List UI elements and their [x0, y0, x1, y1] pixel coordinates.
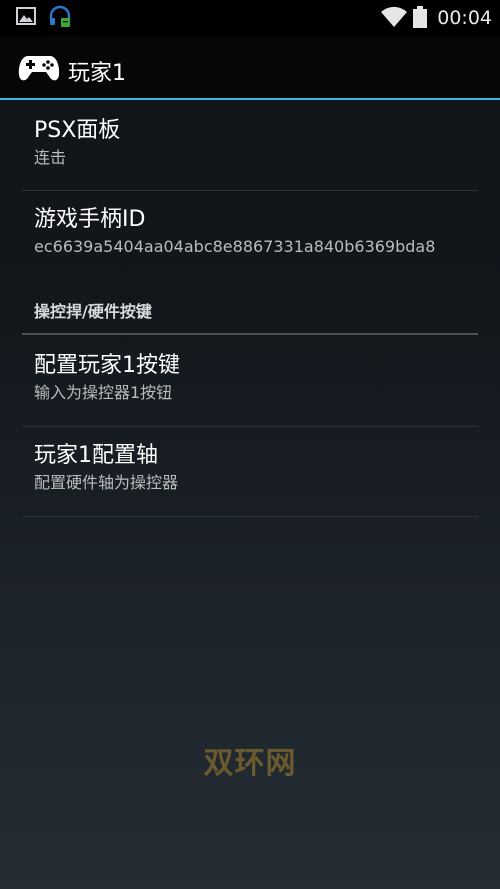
pref-title: 游戏手柄ID	[34, 207, 146, 232]
pref-gamepad-id[interactable]: 游戏手柄ID ec6639a5404aa04abc8e8867331a840b6…	[22, 191, 478, 291]
battery-icon	[413, 6, 427, 32]
pref-summary: 配置硬件轴为操控器	[34, 473, 179, 492]
pref-configure-axes[interactable]: 玩家1配置轴 配置硬件轴为操控器	[22, 427, 478, 517]
category-header: 操控捍/硬件按键	[22, 291, 478, 335]
pref-title: 玩家1配置轴	[34, 443, 158, 468]
status-bar: 00:04	[0, 0, 500, 36]
image-notification-icon	[16, 7, 36, 29]
preference-list: PSX面板 连击 游戏手柄ID ec6639a5404aa04abc8e8867…	[0, 102, 500, 517]
pref-psx-panel[interactable]: PSX面板 连击	[22, 102, 478, 191]
gamepad-icon[interactable]	[18, 53, 60, 87]
page-title: 玩家1	[68, 61, 126, 86]
action-bar: 玩家1	[0, 36, 500, 100]
pref-summary: 连击	[34, 148, 67, 167]
pref-summary: ec6639a5404aa04abc8e8867331a840b6369bda8	[34, 237, 436, 256]
headset-notification-icon	[48, 5, 72, 33]
pref-title: PSX面板	[34, 118, 121, 143]
pref-summary: 输入为操控器1按钮	[34, 383, 173, 402]
pref-configure-buttons[interactable]: 配置玩家1按键 输入为操控器1按钮	[22, 335, 478, 427]
wifi-icon	[381, 6, 407, 32]
watermark: 双环网	[203, 746, 297, 781]
clock-time: 00:04	[437, 7, 492, 29]
pref-title: 配置玩家1按键	[34, 353, 180, 378]
